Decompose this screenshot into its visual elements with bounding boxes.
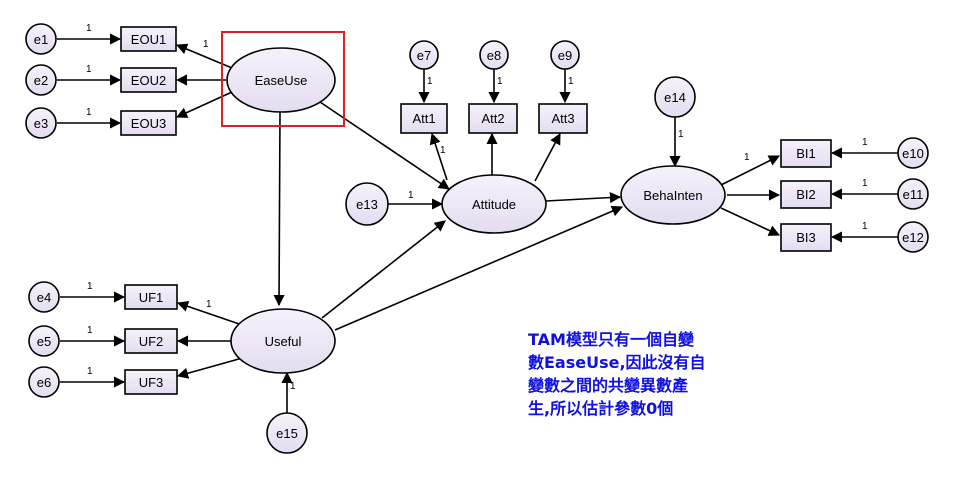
indicator-bi2-label: BI2 (796, 187, 816, 202)
error-e12[interactable]: e12 (897, 221, 929, 253)
weight-useful-uf1: 1 (206, 299, 212, 310)
error-e5-label: e5 (37, 334, 51, 349)
latent-easeuse[interactable]: EaseUse (226, 47, 336, 113)
indicator-att3-label: Att3 (551, 111, 574, 126)
error-e14-label: e14 (664, 90, 686, 105)
error-e7-label: e7 (417, 48, 431, 63)
error-e2[interactable]: e2 (25, 64, 57, 96)
annotation-note: TAM模型只有一個自變 數EaseUse,因此沒有自 變數之間的共變異數產 生,… (528, 330, 706, 418)
error-e13[interactable]: e13 (345, 182, 389, 226)
arrow-attitude-att3 (534, 133, 561, 182)
error-e9-label: e9 (558, 48, 572, 63)
indicator-uf1[interactable]: UF1 (124, 284, 178, 310)
weight-e13: 1 (408, 190, 414, 201)
weight-e4: 1 (87, 281, 93, 292)
error-e1[interactable]: e1 (25, 23, 57, 55)
weight-e10: 1 (862, 137, 868, 148)
indicator-att3[interactable]: Att3 (538, 103, 588, 134)
weight-e7: 1 (427, 76, 433, 87)
indicator-uf1-label: UF1 (139, 290, 164, 305)
weight-e12: 1 (862, 221, 868, 232)
weight-e1: 1 (86, 23, 92, 34)
indicator-uf3-label: UF3 (139, 375, 164, 390)
weight-easeuse-eou1: 1 (203, 39, 209, 50)
arrow-behainten-bi3 (720, 207, 781, 236)
arrow-easeuse-useful (273, 111, 285, 307)
error-e7[interactable]: e7 (409, 40, 439, 70)
latent-behainten[interactable]: BehaInten (620, 165, 726, 225)
indicator-att2[interactable]: Att2 (468, 103, 518, 134)
indicator-bi3[interactable]: BI3 (780, 223, 832, 252)
indicator-eou2-label: EOU2 (131, 73, 166, 88)
indicator-eou3[interactable]: EOU3 (120, 110, 177, 136)
indicator-att1-label: Att1 (412, 111, 435, 126)
latent-attitude-label: Attitude (472, 197, 516, 212)
weight-e14: 1 (678, 129, 684, 140)
weight-e6: 1 (87, 366, 93, 377)
error-e4[interactable]: e4 (28, 281, 60, 313)
latent-useful[interactable]: Useful (230, 308, 336, 374)
error-e11-label: e11 (903, 187, 924, 202)
indicator-att2-label: Att2 (481, 111, 504, 126)
indicator-att1[interactable]: Att1 (400, 103, 448, 134)
weight-e8: 1 (497, 76, 503, 87)
arrow-attitude-behainten (545, 191, 622, 204)
error-e15[interactable]: e15 (266, 412, 308, 454)
indicator-eou1[interactable]: EOU1 (120, 26, 177, 52)
arrow-easeuse-eou3 (175, 91, 233, 118)
weight-attitude-att1: 1 (440, 145, 446, 156)
indicator-bi1[interactable]: BI1 (780, 139, 832, 168)
latent-variables: EaseUse Useful Attitude BehaInten (226, 47, 726, 374)
error-e3[interactable]: e3 (25, 107, 57, 139)
error-e14[interactable]: e14 (654, 76, 696, 118)
weight-e2: 1 (86, 64, 92, 75)
error-e13-label: e13 (356, 197, 378, 212)
latent-attitude[interactable]: Attitude (441, 174, 547, 234)
weight-e11: 1 (862, 178, 868, 189)
weight-e15: 1 (290, 381, 296, 392)
indicator-bi1-label: BI1 (796, 146, 816, 161)
latent-useful-label: Useful (265, 334, 302, 349)
error-e11[interactable]: e11 (897, 178, 929, 210)
arrow-attitude-att1 (429, 132, 448, 181)
weight-behainten-bi1: 1 (744, 152, 750, 163)
indicator-eou2[interactable]: EOU2 (120, 67, 177, 93)
arrow-useful-uf3 (176, 356, 247, 379)
latent-easeuse-label: EaseUse (255, 73, 308, 88)
indicator-bi3-label: BI3 (796, 230, 816, 245)
error-e1-label: e1 (34, 32, 48, 47)
error-e12-label: e12 (902, 230, 924, 245)
indicator-eou3-label: EOU3 (131, 116, 166, 131)
indicator-uf2[interactable]: UF2 (124, 328, 178, 354)
sem-path-diagram: 1 1 1 1 1 1 1 1 1 1 1 1 1 1 1 1 1 1 1 Ea… (25, 23, 929, 454)
error-e8-label: e8 (487, 48, 501, 63)
error-e6-label: e6 (37, 375, 51, 390)
arrow-useful-attitude (321, 220, 446, 319)
error-e8[interactable]: e8 (479, 40, 509, 70)
error-e9[interactable]: e9 (550, 40, 580, 70)
indicator-eou1-label: EOU1 (131, 32, 166, 47)
error-e5[interactable]: e5 (28, 325, 60, 357)
error-e6[interactable]: e6 (28, 366, 60, 398)
weight-e9: 1 (568, 76, 574, 87)
indicator-uf2-label: UF2 (139, 334, 164, 349)
indicator-uf3[interactable]: UF3 (124, 369, 178, 395)
latent-behainten-label: BehaInten (643, 188, 702, 203)
arrow-behainten-bi1 (720, 155, 781, 186)
error-e15-label: e15 (276, 426, 298, 441)
error-e4-label: e4 (37, 290, 51, 305)
weight-e5: 1 (87, 325, 93, 336)
error-e2-label: e2 (34, 73, 48, 88)
error-e3-label: e3 (34, 116, 48, 131)
error-e10-label: e10 (902, 146, 924, 161)
error-e10[interactable]: e10 (897, 137, 929, 169)
weight-e3: 1 (86, 107, 92, 118)
indicator-bi2[interactable]: BI2 (780, 180, 832, 209)
